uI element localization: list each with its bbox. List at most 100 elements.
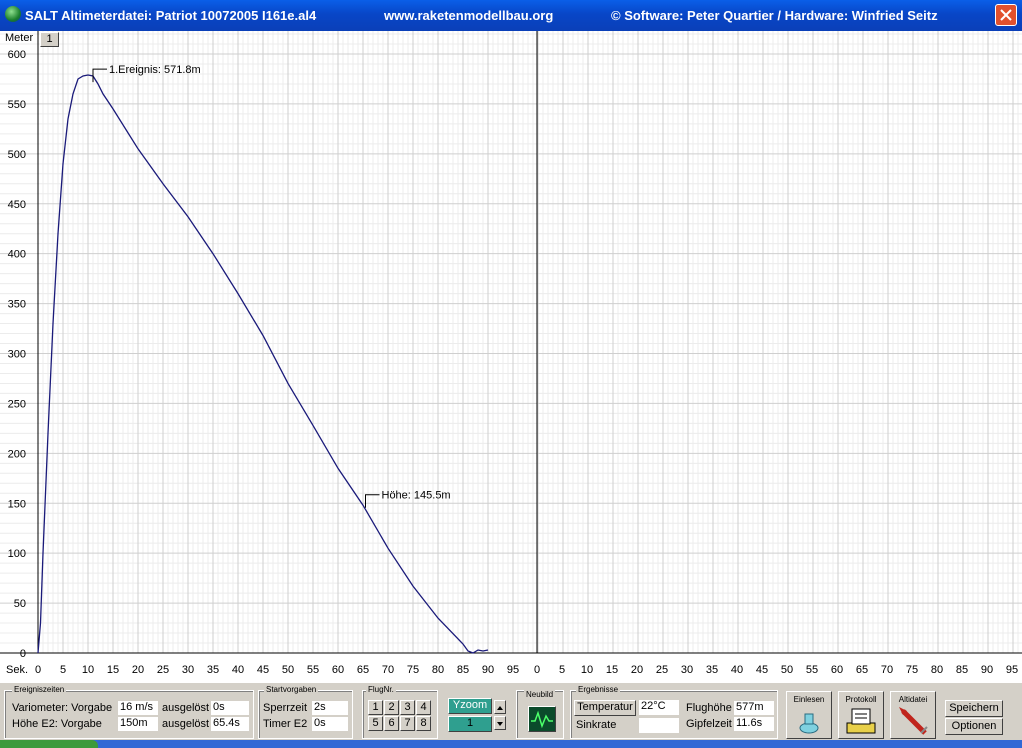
start-button[interactable] bbox=[0, 740, 98, 748]
x-tick-label: 65 bbox=[357, 664, 369, 676]
x-tick-label: 0 bbox=[35, 664, 41, 676]
x-tick-label: 80 bbox=[432, 664, 444, 676]
height-e2-label: Höhe E2: Vorgabe bbox=[12, 718, 102, 730]
altitude-chart: 050100150200250300350400450500550600 051… bbox=[0, 31, 1022, 676]
x-axis-unit: Sek. bbox=[6, 664, 28, 676]
x-tick-label-right: 25 bbox=[656, 664, 668, 676]
x-tick-label-right: 0 bbox=[534, 664, 540, 676]
x-tick-label: 55 bbox=[307, 664, 319, 676]
x-tick-label: 15 bbox=[107, 664, 119, 676]
yzoom-down-button[interactable] bbox=[494, 716, 506, 730]
flight-button-3[interactable]: 3 bbox=[400, 700, 415, 715]
start-settings-title: Startvorgaben bbox=[264, 685, 319, 694]
flight-button-8[interactable]: 8 bbox=[416, 716, 431, 731]
read-in-button[interactable]: Einlesen bbox=[786, 691, 832, 739]
timer-e2-label: Timer E2 bbox=[263, 718, 308, 730]
x-tick-label-right: 40 bbox=[731, 664, 743, 676]
yzoom-button[interactable]: Yzoom bbox=[448, 698, 492, 714]
yzoom-value[interactable]: 1 bbox=[448, 716, 492, 732]
x-tick-label-right: 50 bbox=[781, 664, 793, 676]
height-e2-value[interactable]: 150m bbox=[118, 717, 158, 731]
close-icon bbox=[1000, 9, 1012, 21]
x-tick-label-right: 55 bbox=[806, 664, 818, 676]
rocket-icon bbox=[899, 707, 928, 735]
x-tick-label-right: 20 bbox=[631, 664, 643, 676]
save-button[interactable]: Speichern bbox=[945, 700, 1003, 717]
x-tick-label-right: 10 bbox=[581, 664, 593, 676]
flight-button-4[interactable]: 4 bbox=[416, 700, 431, 715]
flight-number-title: FlugNr. bbox=[366, 685, 396, 694]
x-tick-label-right: 5 bbox=[559, 664, 565, 676]
arrow-down-icon bbox=[497, 722, 503, 726]
window-titlebar: SALT Altimeterdatei: Patriot 10072005 I1… bbox=[0, 0, 1022, 31]
x-tick-label-right: 15 bbox=[606, 664, 618, 676]
x-tick-label: 75 bbox=[407, 664, 419, 676]
x-tick-label-right: 60 bbox=[831, 664, 843, 676]
variometer-value[interactable]: 16 m/s bbox=[118, 701, 158, 715]
redraw-button[interactable] bbox=[528, 706, 556, 732]
variometer-triggered-label: ausgelöst bbox=[162, 702, 210, 714]
variometer-label: Variometer: Vorgabe bbox=[12, 702, 113, 714]
yzoom-up-button[interactable] bbox=[494, 700, 506, 714]
y-tick-label: 200 bbox=[8, 448, 26, 460]
globe-icon bbox=[5, 6, 21, 22]
flight-button-1[interactable]: 1 bbox=[368, 700, 383, 715]
arrow-up-icon bbox=[497, 706, 503, 710]
x-tick-label: 10 bbox=[82, 664, 94, 676]
flight-height-value: 577m bbox=[734, 701, 774, 715]
x-tick-label: 5 bbox=[60, 664, 66, 676]
height-e2-triggered-label: ausgelöst bbox=[162, 718, 210, 730]
x-tick-label: 95 bbox=[507, 664, 519, 676]
alti-file-button[interactable]: Altidatei bbox=[890, 691, 936, 739]
close-button[interactable] bbox=[995, 4, 1017, 26]
temperature-value: 22°C bbox=[639, 700, 679, 715]
flight-button-5[interactable]: 5 bbox=[368, 716, 383, 731]
y-tick-label: 600 bbox=[8, 49, 26, 61]
options-button[interactable]: Optionen bbox=[945, 718, 1003, 735]
x-tick-label-right: 30 bbox=[681, 664, 693, 676]
x-tick-label: 70 bbox=[382, 664, 394, 676]
protocol-label: Protokoll bbox=[845, 695, 877, 704]
y-tick-label: 0 bbox=[20, 648, 26, 660]
apex-time-label: Gipfelzeit bbox=[686, 718, 732, 730]
y-tick-label: 450 bbox=[8, 199, 26, 211]
x-tick-label-right: 85 bbox=[956, 664, 968, 676]
protocol-button[interactable]: Protokoll bbox=[838, 691, 884, 739]
y-tick-label: 400 bbox=[8, 249, 26, 261]
y-tick-label: 550 bbox=[8, 99, 26, 111]
temperature-button[interactable]: Temperatur bbox=[574, 700, 636, 716]
altitude-plot[interactable]: 0 50 100 150 200 250 300 350 400 450 500 550 600 051… bbox=[0, 31, 1022, 683]
flight-button-7[interactable]: 7 bbox=[400, 716, 415, 731]
waveform-icon bbox=[531, 710, 553, 729]
x-tick-label: 50 bbox=[282, 664, 294, 676]
y-tick-label: 250 bbox=[8, 398, 26, 410]
x-tick-label: 90 bbox=[482, 664, 494, 676]
chart-page-button[interactable]: 1 bbox=[40, 32, 59, 47]
credits-text: © Software: Peter Quartier / Hardware: W… bbox=[611, 8, 938, 23]
timer-e2-value[interactable]: 0s bbox=[312, 717, 348, 731]
taskbar bbox=[0, 740, 1022, 748]
alti-file-label: Altidatei bbox=[898, 695, 928, 704]
x-tick-label-right: 80 bbox=[931, 664, 943, 676]
website-url: www.raketenmodellbau.org bbox=[384, 8, 554, 23]
x-tick-label: 85 bbox=[457, 664, 469, 676]
x-tick-label: 35 bbox=[207, 664, 219, 676]
x-tick-label-right: 70 bbox=[881, 664, 893, 676]
read-in-label: Einlesen bbox=[793, 695, 825, 704]
sperrzeit-value[interactable]: 2s bbox=[312, 701, 348, 715]
x-tick-label-right: 75 bbox=[906, 664, 918, 676]
annotation-label: 1.Ereignis: 571.8m bbox=[109, 64, 201, 76]
x-tick-label: 40 bbox=[232, 664, 244, 676]
y-tick-label: 350 bbox=[8, 299, 26, 311]
variometer-triggered-value: 0s bbox=[211, 701, 249, 715]
read-in-icon bbox=[799, 713, 819, 734]
x-tick-label: 30 bbox=[182, 664, 194, 676]
height-e2-triggered-value: 65.4s bbox=[211, 717, 249, 731]
y-tick-label: 50 bbox=[14, 598, 26, 610]
flight-button-6[interactable]: 6 bbox=[384, 716, 399, 731]
flight-button-2[interactable]: 2 bbox=[384, 700, 399, 715]
y-tick-label: 100 bbox=[8, 548, 26, 560]
x-tick-label: 45 bbox=[257, 664, 269, 676]
apex-time-value: 11.6s bbox=[734, 717, 774, 731]
annotation-label: Höhe: 145.5m bbox=[382, 490, 451, 502]
